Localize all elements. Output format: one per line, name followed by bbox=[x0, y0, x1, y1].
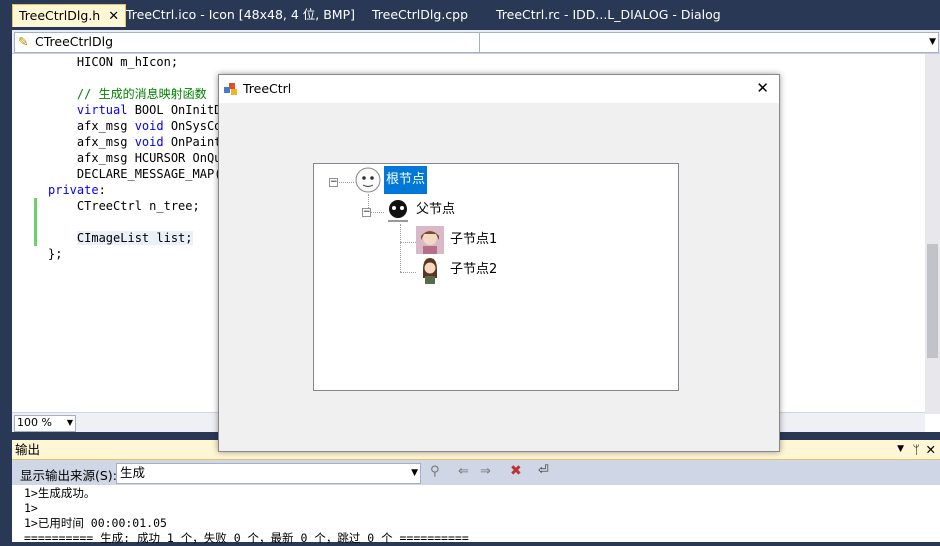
tab-label: TreeCtrl.rc - IDD...L_DIALOG - Dialog bbox=[496, 7, 721, 22]
close-icon[interactable]: ✕ bbox=[756, 79, 769, 97]
document-tab-strip: TreeCtrlDlg.h ✕ TreeCtrl.ico - Icon [48x4… bbox=[0, 0, 940, 30]
dialog-title-bar[interactable]: TreeCtrl ✕ bbox=[219, 75, 779, 103]
child2-node-icon bbox=[416, 256, 444, 284]
code-line: afx_msg void OnSysCo bbox=[76, 119, 222, 133]
chevron-down-icon: ▼ bbox=[66, 418, 73, 427]
output-title: 输出 bbox=[15, 442, 41, 457]
code-line: CImageList list; bbox=[76, 231, 193, 245]
member-combo[interactable]: ▼ bbox=[479, 32, 939, 53]
output-panel: 输出 ▼ ᛘ ✕ 显示输出来源(S): 生成 ▼ ⚲ ⇐ ⇒ ✖ ⏎ 1>生成成… bbox=[12, 440, 940, 545]
collapse-toggle[interactable]: − bbox=[362, 208, 371, 217]
output-line: 1> bbox=[24, 501, 38, 515]
pin-icon[interactable]: ᛘ bbox=[912, 440, 920, 459]
code-line: // 生成的消息映射函数 bbox=[76, 87, 207, 101]
tab-treectrl-ico[interactable]: TreeCtrl.ico - Icon [48x48, 4 位, BMP] bbox=[120, 4, 361, 26]
vertical-scrollbar[interactable] bbox=[925, 54, 940, 414]
tab-treectrldlg-cpp[interactable]: TreeCtrlDlg.cpp bbox=[366, 4, 474, 26]
tab-label: TreeCtrlDlg.cpp bbox=[372, 7, 469, 22]
dropdown-icon[interactable]: ▼ bbox=[897, 440, 904, 459]
output-toolbar: 显示输出来源(S): 生成 ▼ ⚲ ⇐ ⇒ ✖ ⏎ bbox=[12, 460, 940, 485]
chevron-down-icon: ▼ bbox=[411, 468, 418, 478]
class-combo[interactable]: ✎ CTreeCtrlDlg ▼ bbox=[14, 32, 500, 53]
zoom-combo[interactable]: 100 % ▼ bbox=[14, 415, 76, 432]
app-icon bbox=[223, 81, 239, 97]
tree-node-child2[interactable]: 子节点2 bbox=[450, 256, 497, 284]
next-message-icon[interactable]: ⇒ bbox=[480, 464, 491, 479]
child1-node-icon bbox=[416, 226, 444, 254]
editor-gutter bbox=[12, 54, 46, 414]
code-line: private: bbox=[48, 183, 106, 197]
output-line: 1>已用时间 00:00:01.05 bbox=[24, 516, 167, 530]
navigation-bar: ✎ CTreeCtrlDlg ▼ ▼ bbox=[12, 30, 940, 54]
code-line: CTreeCtrl n_tree; bbox=[76, 199, 200, 213]
source-label: 显示输出来源(S): bbox=[20, 468, 117, 483]
tree-node-child1[interactable]: 子节点1 bbox=[450, 226, 497, 254]
close-tab-icon[interactable]: ✕ bbox=[108, 9, 119, 24]
chevron-down-icon: ▼ bbox=[929, 37, 936, 47]
word-wrap-icon[interactable]: ⏎ bbox=[538, 463, 549, 478]
treectrl-dialog[interactable]: TreeCtrl ✕ − 根节点 − 父节点 子节点1 子节点2 bbox=[218, 74, 780, 452]
output-line: 1>生成成功。 bbox=[24, 486, 96, 500]
tab-treectrldlg-h[interactable]: TreeCtrlDlg.h ✕ bbox=[12, 4, 127, 27]
code-line: DECLARE_MESSAGE_MAP( bbox=[76, 167, 222, 181]
code-line: afx_msg void OnPaint bbox=[76, 135, 222, 149]
dialog-title: TreeCtrl bbox=[243, 81, 292, 96]
code-line: HICON m_hIcon; bbox=[76, 55, 179, 69]
tab-treectrl-rc[interactable]: TreeCtrl.rc - IDD...L_DIALOG - Dialog bbox=[490, 4, 727, 26]
find-message-icon[interactable]: ⚲ bbox=[430, 464, 440, 479]
change-indicator bbox=[34, 198, 37, 246]
class-combo-value: CTreeCtrlDlg bbox=[35, 34, 114, 49]
collapse-toggle[interactable]: − bbox=[329, 178, 338, 187]
clear-all-icon[interactable]: ✖ bbox=[510, 463, 522, 479]
output-source-combo[interactable]: 生成 ▼ bbox=[116, 463, 421, 484]
scrollbar-thumb[interactable] bbox=[927, 244, 938, 358]
root-node-icon bbox=[354, 166, 382, 194]
code-line: virtual BOOL OnInitD bbox=[76, 103, 222, 117]
tab-label: TreeCtrlDlg.h bbox=[19, 8, 101, 23]
class-icon: ✎ bbox=[18, 34, 29, 49]
code-line: afx_msg HCURSOR OnQu bbox=[76, 151, 222, 165]
tree-control[interactable]: − 根节点 − 父节点 子节点1 子节点2 bbox=[313, 163, 679, 391]
output-text[interactable]: 1>生成成功。 1> 1>已用时间 00:00:01.05 ==========… bbox=[24, 486, 924, 545]
tree-node-parent[interactable]: 父节点 bbox=[416, 196, 455, 224]
previous-message-icon[interactable]: ⇐ bbox=[458, 464, 469, 479]
output-source-value: 生成 bbox=[120, 465, 146, 480]
output-line: ========== 生成: 成功 1 个，失败 0 个，最新 0 个，跳过 0… bbox=[24, 531, 469, 545]
code-line: }; bbox=[48, 247, 63, 261]
close-icon[interactable]: ✕ bbox=[926, 440, 936, 459]
zoom-value: 100 % bbox=[17, 416, 52, 429]
parent-node-icon bbox=[384, 196, 412, 224]
tab-label: TreeCtrl.ico - Icon [48x48, 4 位, BMP] bbox=[126, 7, 355, 22]
tree-node-root[interactable]: 根节点 bbox=[384, 166, 428, 194]
